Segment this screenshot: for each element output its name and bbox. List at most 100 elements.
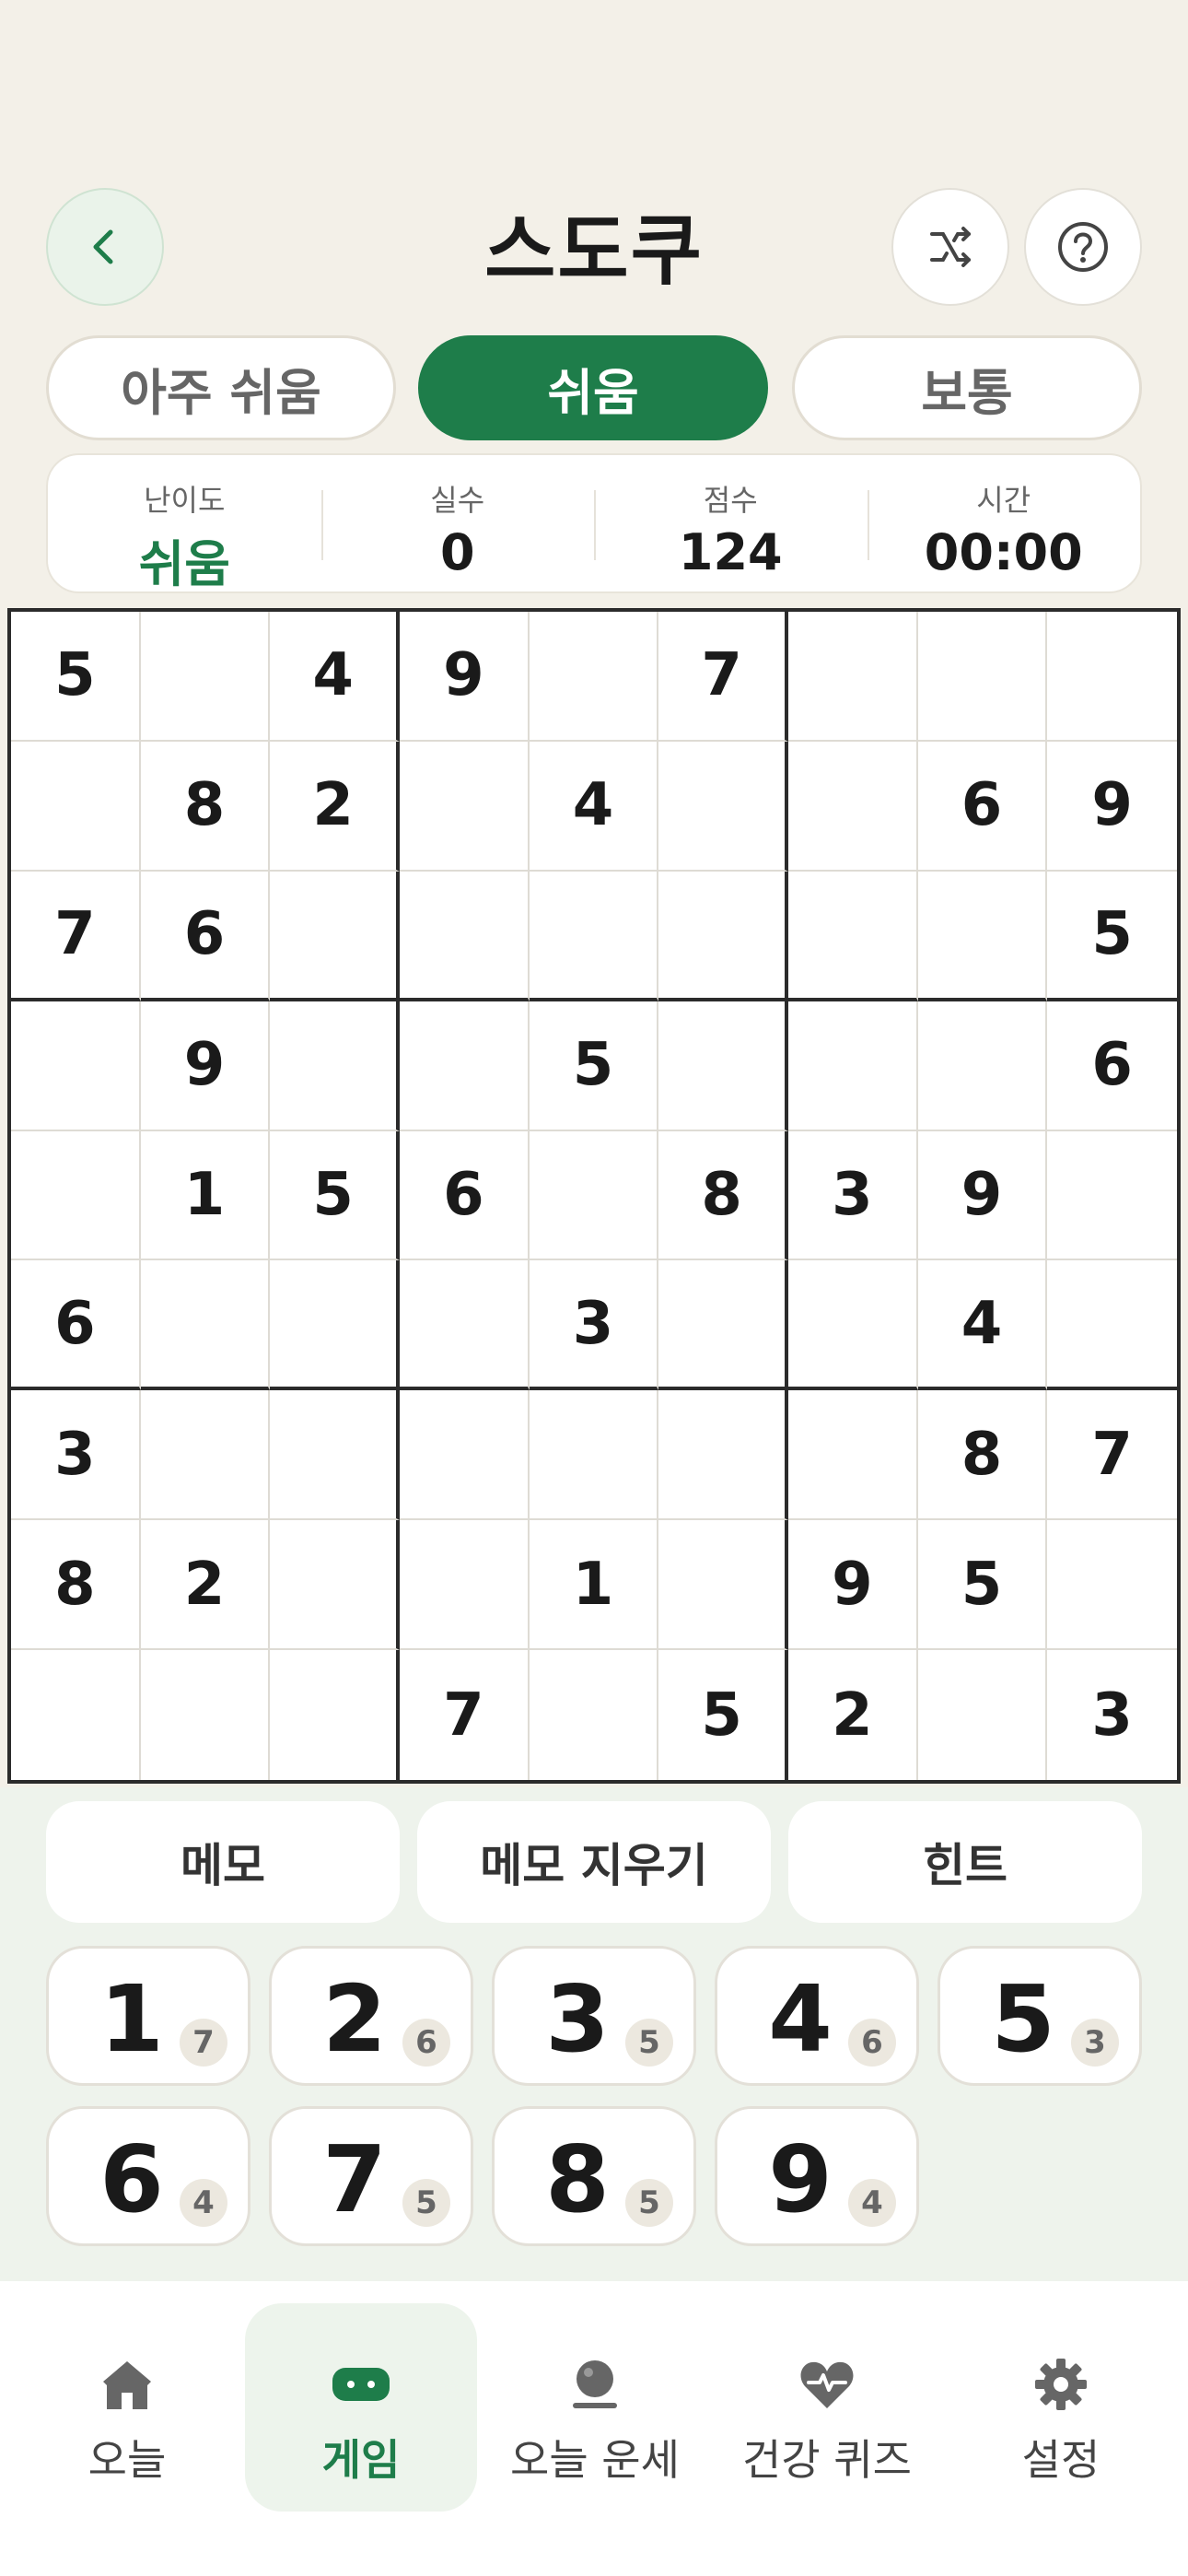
sudoku-cell[interactable]: 5 [529,1001,659,1131]
number-key-7[interactable]: 75 [269,2106,473,2246]
number-key-8[interactable]: 85 [492,2106,696,2246]
number-key-4[interactable]: 46 [715,1946,919,2086]
sudoku-cell[interactable] [918,1650,1048,1780]
number-key-5[interactable]: 53 [938,1946,1142,2086]
sudoku-cell[interactable]: 9 [788,1520,918,1651]
sudoku-cell[interactable] [529,612,659,742]
sudoku-cell[interactable] [270,1390,400,1521]
sudoku-cell[interactable] [1047,1520,1177,1651]
sudoku-cell[interactable]: 6 [140,871,271,1001]
number-key-9[interactable]: 94 [715,2106,919,2246]
sudoku-cell[interactable] [788,741,918,872]
sudoku-cell[interactable] [270,1001,400,1131]
sudoku-cell[interactable] [917,871,1048,1001]
shuffle-button[interactable] [891,188,1009,306]
sudoku-cell[interactable] [270,871,400,1001]
number-key-1[interactable]: 17 [46,1946,250,2086]
sudoku-cell[interactable]: 2 [140,1520,271,1651]
sudoku-cell[interactable] [141,1650,271,1780]
sudoku-cell[interactable] [400,1520,530,1651]
sudoku-cell[interactable] [788,871,918,1001]
sudoku-cell[interactable]: 5 [658,1650,788,1780]
nav-item-health-quiz[interactable]: 건강 퀴즈 [711,2303,943,2512]
sudoku-cell[interactable] [1047,612,1177,742]
sudoku-cell[interactable] [270,1650,400,1780]
sudoku-cell[interactable] [140,1390,271,1521]
sudoku-cell[interactable]: 4 [529,741,659,872]
nav-item-settings[interactable]: 설정 [945,2303,1177,2512]
sudoku-cell[interactable]: 4 [917,1260,1048,1391]
sudoku-cell[interactable]: 2 [788,1650,918,1780]
help-button[interactable] [1024,188,1142,306]
sudoku-cell[interactable] [529,871,659,1001]
sudoku-cell[interactable] [658,871,788,1001]
number-key-3[interactable]: 35 [492,1946,696,2086]
number-key-6[interactable]: 64 [46,2106,250,2246]
tab-very-easy[interactable]: 아주 쉬움 [46,335,396,440]
sudoku-cell[interactable]: 8 [140,741,271,872]
sudoku-cell[interactable]: 7 [658,612,788,742]
sudoku-cell[interactable]: 8 [917,1390,1048,1521]
sudoku-cell[interactable] [658,741,788,872]
sudoku-cell[interactable]: 6 [1047,1001,1177,1131]
sudoku-cell[interactable]: 6 [11,1260,141,1391]
hint-button[interactable]: 힌트 [788,1801,1142,1923]
clear-memo-button[interactable]: 메모 지우기 [417,1801,771,1923]
sudoku-cell[interactable] [11,741,141,872]
sudoku-cell[interactable] [917,1001,1048,1131]
sudoku-cell[interactable]: 9 [1047,742,1177,872]
sudoku-cell[interactable]: 3 [1047,1650,1177,1780]
sudoku-cell[interactable] [788,1001,918,1131]
sudoku-cell[interactable] [788,612,918,742]
sudoku-cell[interactable] [658,1260,788,1391]
tab-normal[interactable]: 보통 [792,335,1142,440]
sudoku-cell[interactable] [530,1650,659,1780]
sudoku-cell[interactable]: 8 [658,1130,788,1261]
sudoku-cell[interactable]: 5 [270,1130,400,1261]
sudoku-cell[interactable]: 1 [140,1130,271,1261]
sudoku-cell[interactable]: 4 [270,612,400,742]
sudoku-cell[interactable] [11,1001,141,1131]
sudoku-cell[interactable]: 6 [400,1130,530,1261]
sudoku-cell[interactable] [917,612,1048,742]
sudoku-cell[interactable] [788,1260,918,1391]
sudoku-cell[interactable] [658,1390,788,1521]
sudoku-cell[interactable]: 3 [529,1260,659,1391]
sudoku-cell[interactable] [400,741,530,872]
nav-item-today[interactable]: 오늘 [11,2303,243,2512]
sudoku-cell[interactable]: 9 [917,1130,1048,1261]
sudoku-cell[interactable] [11,1130,141,1261]
sudoku-cell[interactable] [529,1390,659,1521]
nav-item-game[interactable]: 게임 [245,2303,477,2512]
sudoku-cell[interactable] [140,1260,271,1391]
sudoku-cell[interactable]: 9 [140,1001,271,1131]
sudoku-cell[interactable]: 7 [1047,1390,1177,1521]
sudoku-cell[interactable]: 2 [270,741,400,872]
sudoku-cell[interactable] [1047,1260,1177,1391]
number-key-2[interactable]: 26 [269,1946,473,2086]
sudoku-cell[interactable] [400,1001,530,1131]
sudoku-cell[interactable] [400,1390,530,1521]
sudoku-cell[interactable] [1047,1131,1177,1261]
sudoku-cell[interactable]: 8 [11,1520,141,1651]
sudoku-cell[interactable] [11,1650,141,1780]
sudoku-cell[interactable]: 1 [529,1520,659,1651]
sudoku-cell[interactable] [270,1520,400,1651]
sudoku-cell[interactable] [788,1390,918,1521]
sudoku-cell[interactable]: 3 [788,1130,918,1261]
sudoku-cell[interactable] [270,1260,400,1391]
sudoku-cell[interactable] [400,871,530,1001]
sudoku-cell[interactable] [658,1520,788,1651]
sudoku-cell[interactable]: 5 [11,612,141,742]
nav-item-fortune[interactable]: 오늘 운세 [479,2303,711,2512]
sudoku-cell[interactable] [140,612,271,742]
tab-easy[interactable]: 쉬움 [418,335,768,440]
sudoku-cell[interactable]: 7 [11,871,141,1001]
memo-button[interactable]: 메모 [46,1801,400,1923]
sudoku-cell[interactable]: 3 [11,1390,141,1521]
sudoku-cell[interactable]: 6 [917,741,1048,872]
sudoku-cell[interactable]: 9 [400,612,530,742]
sudoku-cell[interactable]: 5 [917,1520,1048,1651]
sudoku-cell[interactable] [658,1001,788,1131]
sudoku-cell[interactable] [529,1130,659,1261]
